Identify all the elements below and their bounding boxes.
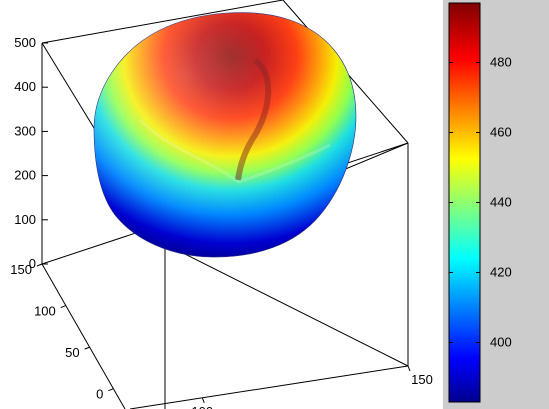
x-tick-label: 150 xyxy=(411,372,433,387)
colorbar-tick-label: 420 xyxy=(490,265,512,280)
z-tick-label: 200 xyxy=(14,168,36,183)
colorbar-tick-label: 400 xyxy=(490,335,512,350)
z-tick-label: 500 xyxy=(14,35,36,50)
z-tick-label: 300 xyxy=(14,123,36,138)
colorbar-tick-label: 440 xyxy=(490,195,512,210)
y-tick-label: 150 xyxy=(10,262,32,277)
colorbar-tick-label: 480 xyxy=(490,55,512,70)
plot-area: 0100200300400500 050100150 100150 400420… xyxy=(0,0,512,409)
y-tick-label: 100 xyxy=(34,304,56,319)
colorbar xyxy=(448,2,481,403)
y-tick-label: 0 xyxy=(96,387,103,402)
colorbar-tick-label: 460 xyxy=(490,125,512,140)
z-tick-label: 100 xyxy=(14,212,36,227)
z-tick-label: 400 xyxy=(14,79,36,94)
figure: 0100200300400500 050100150 100150 400420… xyxy=(0,0,549,409)
x-tick-label: 100 xyxy=(191,404,213,409)
y-tick-label: 50 xyxy=(65,345,79,360)
